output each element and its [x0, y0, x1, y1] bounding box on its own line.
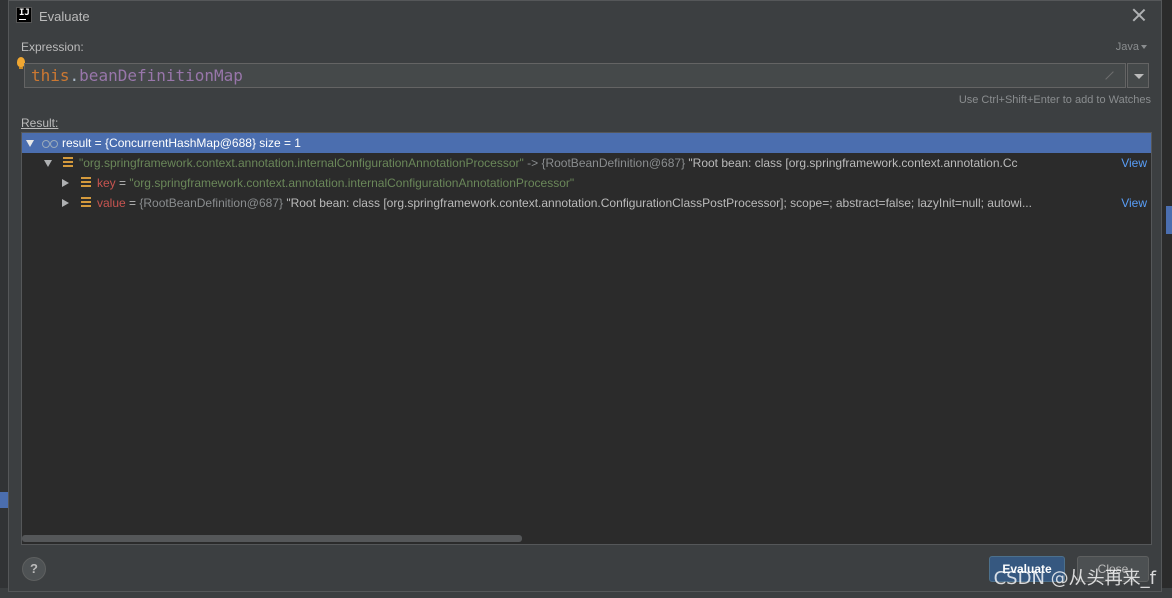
expand-arrow-icon[interactable] — [62, 199, 69, 207]
key-eq: = — [115, 176, 130, 190]
collapse-icon[interactable] — [44, 160, 52, 167]
tree-row-entry[interactable]: "org.springframework.context.annotation.… — [22, 153, 1151, 173]
view-link[interactable]: View — [1111, 193, 1151, 213]
entry-key: "org.springframework.context.annotation.… — [79, 156, 524, 170]
entry-ref: {RootBeanDefinition@687} — [541, 156, 686, 170]
collapse-icon[interactable] — [26, 140, 34, 147]
watermark: CSDN @从头再来_f — [993, 568, 1156, 589]
expression-keyword: this — [31, 66, 70, 85]
value-eq: = — [125, 196, 140, 210]
value-desc: "Root bean: class [org.springframework.c… — [283, 196, 1032, 210]
history-dropdown-button[interactable] — [1127, 63, 1149, 88]
value-ref: {RootBeanDefinition@687} — [139, 196, 283, 210]
value-name: value — [97, 196, 126, 210]
ide-right-selection — [1166, 206, 1172, 234]
tree-row-root[interactable]: result = {ConcurrentHashMap@688} size = … — [22, 133, 1151, 153]
language-selector[interactable]: Java — [1116, 41, 1147, 53]
result-tree[interactable]: result = {ConcurrentHashMap@688} size = … — [21, 132, 1152, 545]
language-label: Java — [1115, 41, 1139, 53]
entry-desc: "Root bean: class [org.springframework.c… — [685, 156, 1018, 170]
key-value: "org.springframework.context.annotation.… — [129, 176, 575, 190]
evaluate-dialog: IJ Evaluate Expression: Java this.beanDe… — [8, 0, 1162, 592]
root-text: result = {ConcurrentHashMap@688} size = … — [62, 136, 301, 150]
watches-hint: Use Ctrl+Shift+Enter to add to Watches — [958, 94, 1151, 106]
help-button[interactable]: ? — [22, 557, 46, 581]
expression-label: Expression: — [21, 40, 84, 54]
tree-row-key[interactable]: key = "org.springframework.context.annot… — [22, 173, 1151, 193]
horizontal-scrollbar[interactable] — [22, 535, 522, 542]
title-bar[interactable]: IJ Evaluate — [9, 1, 1161, 31]
expand-icon[interactable] — [1103, 70, 1115, 82]
result-label: Result: — [21, 116, 59, 130]
expand-arrow-icon[interactable] — [62, 179, 69, 187]
watch-glasses-icon — [42, 140, 58, 148]
view-link[interactable]: View — [1111, 153, 1151, 173]
expression-text[interactable]: this.beanDefinitionMap — [31, 67, 243, 85]
close-icon[interactable] — [1131, 7, 1147, 23]
expression-input[interactable]: this.beanDefinitionMap — [24, 63, 1126, 88]
field-icon — [81, 177, 91, 188]
expression-field: beanDefinitionMap — [79, 66, 243, 85]
intellij-icon: IJ — [16, 7, 32, 23]
expression-dot: . — [69, 66, 80, 85]
key-name: key — [97, 176, 116, 190]
chevron-down-icon — [1141, 45, 1147, 50]
window-title: Evaluate — [39, 9, 90, 24]
entry-arrow: -> — [523, 156, 542, 170]
tree-row-value[interactable]: value = {RootBeanDefinition@687} "Root b… — [22, 193, 1151, 213]
field-icon — [81, 197, 91, 208]
map-entry-icon — [63, 157, 73, 168]
